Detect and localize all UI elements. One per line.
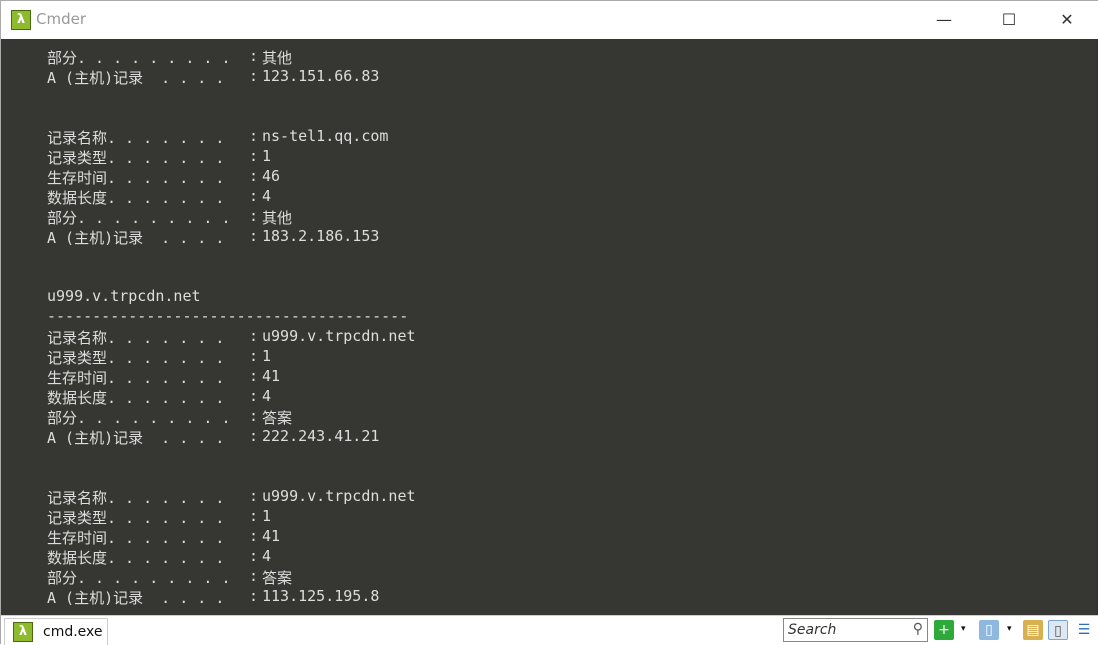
record-value: 41: [262, 367, 281, 385]
separator: :: [249, 327, 259, 345]
separator: :: [249, 127, 259, 145]
record-label: A (主机)记录 . . . .: [47, 429, 234, 447]
record-value: 46: [262, 167, 281, 185]
cmder-window: λ Cmder — ☐ ✕ 表格超链接导入导出保存撤销模版# localhost…: [0, 0, 1098, 645]
tab-label: cmd.exe: [43, 624, 103, 640]
terminal-line: ----------------------------------------: [47, 307, 409, 325]
record-value: 41: [262, 527, 281, 545]
record-value: 其他: [262, 209, 293, 227]
separator: :: [249, 147, 259, 165]
window-title: Cmder: [36, 10, 87, 28]
record-value: u999.v.trpcdn.net: [262, 487, 416, 505]
new-console-dropdown[interactable]: ▾: [961, 624, 966, 634]
separator: :: [249, 527, 259, 545]
record-label: 生存时间. . . . . . .: [47, 369, 234, 387]
record-label: A (主机)记录 . . . .: [47, 589, 234, 607]
record-label: 数据长度. . . . . . .: [47, 189, 234, 207]
new-console-icon[interactable]: +: [934, 620, 954, 640]
lock-icon[interactable]: ▤: [1023, 620, 1043, 640]
record-value: 1: [262, 147, 272, 165]
record-label: 生存时间. . . . . . .: [47, 529, 234, 547]
search-icon: ⚲: [912, 621, 923, 637]
record-value: 4: [262, 547, 272, 565]
record-value: 答案: [262, 569, 293, 587]
record-value: ns-tel1.qq.com: [262, 127, 389, 145]
separator: :: [249, 507, 259, 525]
record-value: 答案: [262, 409, 293, 427]
record-label: 记录类型. . . . . . .: [47, 149, 234, 167]
tab-cmd[interactable]: λ cmd.exe: [4, 618, 108, 645]
record-label: 记录类型. . . . . . .: [47, 349, 234, 367]
title-bar[interactable]: λ Cmder — ☐ ✕: [1, 1, 1098, 39]
separator: :: [249, 387, 259, 405]
separator: :: [249, 67, 259, 85]
separator: :: [249, 187, 259, 205]
status-bar: λ cmd.exe Search ⚲ + ▾ ▯ ▾ ▤ ▯ ☰: [1, 615, 1098, 645]
terminal-line: u999.v.trpcdn.net: [47, 287, 201, 305]
record-label: 生存时间. . . . . . .: [47, 169, 234, 187]
record-value: 123.151.66.83: [262, 67, 380, 85]
separator: :: [249, 567, 259, 585]
record-label: 记录名称. . . . . . .: [47, 489, 234, 507]
record-label: 数据长度. . . . . . .: [47, 549, 234, 567]
lambda-icon: λ: [13, 622, 33, 642]
record-label: 数据长度. . . . . . .: [47, 389, 234, 407]
record-value: u999.v.trpcdn.net: [262, 327, 416, 345]
separator: :: [249, 407, 259, 425]
separator: :: [249, 367, 259, 385]
terminal-output[interactable]: 部分. . . . . . . . . : 其他 A (主机)记录 . . . . …: [1, 39, 1098, 615]
maximize-button[interactable]: ☐: [986, 5, 1032, 35]
record-label: 记录名称. . . . . . .: [47, 129, 234, 147]
record-label: A (主机)记录 . . . .: [47, 69, 234, 87]
record-label: A (主机)记录 . . . .: [47, 229, 234, 247]
console-type-dropdown[interactable]: ▾: [1007, 624, 1012, 634]
separator: :: [249, 587, 259, 605]
record-label: 部分. . . . . . . . .: [47, 409, 240, 427]
search-placeholder: Search: [788, 622, 837, 638]
lambda-icon: λ: [11, 10, 31, 30]
minimize-button[interactable]: —: [921, 5, 967, 35]
record-value: 183.2.186.153: [262, 227, 380, 245]
console-type-icon[interactable]: ▯: [979, 620, 999, 640]
record-label: 记录名称. . . . . . .: [47, 329, 234, 347]
menu-icon[interactable]: ☰: [1074, 620, 1094, 640]
record-value: 其他: [262, 49, 293, 67]
separator: :: [249, 347, 259, 365]
separator: :: [249, 427, 259, 445]
separator: :: [249, 487, 259, 505]
record-value: 4: [262, 187, 272, 205]
separator: :: [249, 47, 259, 65]
record-value: 222.243.41.21: [262, 427, 380, 445]
record-label: 部分. . . . . . . . .: [47, 209, 240, 227]
record-label: 部分. . . . . . . . .: [47, 569, 240, 587]
record-value: 1: [262, 347, 272, 365]
search-input[interactable]: Search ⚲: [783, 618, 928, 642]
record-label: 记录类型. . . . . . .: [47, 509, 234, 527]
separator: :: [249, 207, 259, 225]
separator: :: [249, 167, 259, 185]
record-value: 113.125.195.8: [262, 587, 380, 605]
close-button[interactable]: ✕: [1044, 5, 1090, 35]
record-value: 1: [262, 507, 272, 525]
separator: :: [249, 547, 259, 565]
split-view-icon[interactable]: ▯: [1048, 620, 1068, 640]
separator: :: [249, 227, 259, 245]
record-value: 4: [262, 387, 272, 405]
record-label: 部分. . . . . . . . .: [47, 49, 240, 67]
